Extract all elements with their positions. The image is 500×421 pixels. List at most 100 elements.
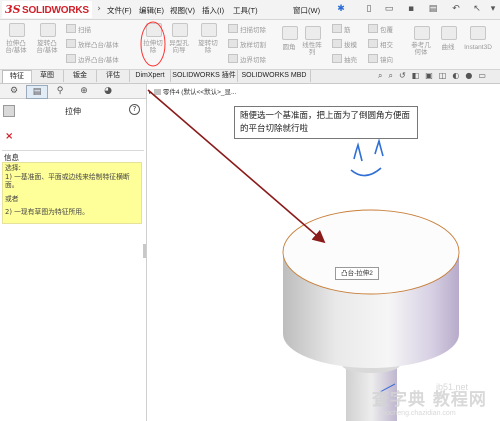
wrap-icon (368, 24, 378, 33)
swept-cut-button[interactable]: 扫描切除 (228, 24, 266, 34)
display-style-icon[interactable]: ◫ (439, 71, 453, 80)
watermark-url: jiaocheng.chazidian.com (379, 410, 456, 417)
view-orientation-icon[interactable]: ▣ (425, 71, 439, 80)
scene-icon[interactable]: ▭ (478, 71, 492, 80)
menu-view[interactable]: 视图(V) (170, 5, 195, 16)
lofted-cut-icon (228, 39, 238, 48)
previous-view-icon[interactable]: ↺ (399, 71, 412, 80)
hole-wizard-button[interactable]: 异型孔 向导 (164, 40, 194, 54)
wrap-button[interactable]: 包覆 (368, 24, 393, 34)
hole-wizard-icon[interactable] (172, 23, 188, 37)
info-or-label: 或者 (5, 194, 19, 203)
reference-geometry-button[interactable]: 参考几 何体 (405, 42, 437, 56)
menu-insert[interactable]: 插入(I) (202, 5, 224, 16)
loft-boss-button[interactable]: 放样凸台/基体 (66, 39, 119, 49)
rib-button[interactable]: 筋 (332, 24, 351, 34)
tab-evaluate[interactable]: 评估 (97, 70, 130, 82)
command-manager-ribbon: 拉伸凸 台/基体 旋转凸 台/基体 扫描 放样凸台/基体 边界凸台/基体 拉伸切除 … (0, 20, 500, 70)
mirror-button[interactable]: 镜向 (368, 54, 393, 64)
cylinder-top-face[interactable] (282, 209, 460, 295)
select-arrow-icon[interactable]: ↖ (472, 3, 482, 15)
title-bar: 3S SOLIDWORKS › 文件(F) 编辑(E) 视图(V) 插入(I) … (0, 0, 500, 20)
sweep-button[interactable]: 扫描 (66, 24, 91, 34)
curves-button[interactable]: 曲线 (436, 44, 460, 51)
instant3d-icon[interactable] (470, 26, 486, 40)
boundary-icon (66, 54, 76, 63)
info-message: 选择: 1) 一基准面、平面或边线来绘制特征横断面。 或者 2) 一现有草图为特… (5, 164, 139, 217)
sweep-icon (66, 24, 76, 33)
intersect-button[interactable]: 相交 (368, 39, 393, 49)
revolve-cut-button[interactable]: 旋转切除 (193, 40, 223, 54)
print-icon[interactable]: ▤ (428, 3, 438, 15)
revolve-boss-button[interactable]: 旋转凸 台/基体 (31, 40, 63, 54)
view-toolbar: ⌕⌕↺◧▣◫◐●▭ (378, 71, 492, 81)
extrude-boss-icon[interactable] (9, 23, 25, 37)
boundary-cut-button[interactable]: 边界切除 (228, 54, 266, 64)
pin-icon[interactable]: ✱ (336, 3, 346, 15)
fillet-icon[interactable] (282, 26, 298, 40)
logo-mark: 3S (5, 3, 21, 16)
curves-icon[interactable] (441, 26, 457, 40)
configuration-manager-tab-icon[interactable]: ⚲ (50, 85, 70, 97)
draft-button[interactable]: 拔模 (332, 39, 357, 49)
property-manager-panel: ⚙ ▤ ⚲ ⊕ ◕ 拉伸 ? × 信息 选择: 1) 一基准面、平面或边线来绘制… (0, 84, 147, 421)
cancel-button[interactable]: × (5, 131, 13, 142)
hide-show-icon[interactable]: ◐ (452, 71, 465, 80)
dimxpert-manager-tab-icon[interactable]: ⊕ (74, 85, 94, 97)
revolve-boss-icon[interactable] (40, 23, 56, 37)
smiley-left-eye (353, 142, 363, 162)
reference-geometry-icon[interactable] (414, 26, 430, 40)
appearance-icon[interactable]: ● (465, 71, 478, 80)
feature-tooltip: 凸台-拉伸2 (335, 267, 379, 280)
tab-features[interactable]: 特征 (2, 70, 32, 83)
linear-pattern-icon[interactable] (305, 26, 321, 40)
extrude-cut-highlight (140, 21, 166, 67)
zoom-fit-icon[interactable]: ⌕ (378, 71, 388, 80)
open-folder-icon[interactable]: ▭ (384, 3, 394, 15)
expand-arrow-icon[interactable]: › (94, 3, 104, 15)
boundary-cut-icon (228, 54, 238, 63)
extrude-boss-button[interactable]: 拉伸凸 台/基体 (1, 40, 31, 54)
section-view-icon[interactable]: ◧ (412, 71, 426, 80)
lofted-cut-button[interactable]: 放样切割 (228, 39, 266, 49)
rib-icon (332, 24, 342, 33)
loft-icon (66, 39, 76, 48)
menu-file[interactable]: 文件(F) (107, 5, 132, 16)
display-manager-tab-icon[interactable]: ◕ (98, 85, 118, 97)
shell-button[interactable]: 抽壳 (332, 54, 357, 64)
graphics-area[interactable]: ▸ 零件4 (默认<<默认>_显... (147, 84, 500, 421)
annotation-callout: 随便选一个基准面，把上面为了倒圆角方便面的平台切除就行啦 (234, 106, 418, 139)
menu-tools[interactable]: 工具(T) (233, 5, 258, 16)
menu-window[interactable]: 窗口(W) (293, 5, 320, 16)
tab-dimxpert[interactable]: DimXpert (130, 70, 171, 82)
instant3d-button[interactable]: Instant3D (458, 44, 498, 51)
tab-sheet-metal[interactable]: 钣金 (64, 70, 97, 82)
info-line-2: 2) 一现有草图为特征所用。 (5, 208, 89, 216)
undo-icon[interactable]: ↶ (451, 3, 461, 15)
command-tab-bar: 特征 草图 钣金 评估 DimXpert SOLIDWORKS 插件 SOLID… (0, 70, 500, 84)
solidworks-logo[interactable]: 3S SOLIDWORKS (2, 1, 92, 18)
tab-mbd[interactable]: SOLIDWORKS MBD (238, 70, 311, 82)
smiley-mouth (350, 167, 382, 177)
help-icon[interactable]: ? (129, 104, 140, 115)
swept-cut-icon (228, 24, 238, 33)
linear-pattern-button[interactable]: 线性阵列 (298, 42, 326, 56)
property-manager-tab-icon[interactable]: ▤ (26, 85, 48, 99)
new-document-icon[interactable]: ▯ (364, 3, 374, 15)
smiley-right-eye (374, 138, 384, 157)
panel-collapse-handle[interactable] (143, 244, 146, 258)
revolve-cut-icon[interactable] (201, 23, 217, 37)
zoom-area-icon[interactable]: ⌕ (388, 71, 398, 80)
divider (2, 150, 144, 151)
save-icon[interactable]: ▪ (406, 3, 416, 15)
more-icon[interactable]: ▾ (488, 3, 498, 15)
boundary-boss-button[interactable]: 边界凸台/基体 (66, 54, 119, 64)
feature-manager-tab-icon[interactable]: ⚙ (4, 85, 24, 97)
info-select-label: 选择: (5, 164, 21, 172)
mirror-icon (368, 54, 378, 63)
info-line-1: 1) 一基准面、平面或边线来绘制特征横断面。 (5, 172, 130, 190)
info-message-box: 选择: 1) 一基准面、平面或边线来绘制特征横断面。 或者 2) 一现有草图为特… (2, 162, 142, 224)
tab-sketch[interactable]: 草图 (31, 70, 64, 82)
tab-addins[interactable]: SOLIDWORKS 插件 (171, 70, 238, 82)
menu-edit[interactable]: 编辑(E) (139, 5, 164, 16)
